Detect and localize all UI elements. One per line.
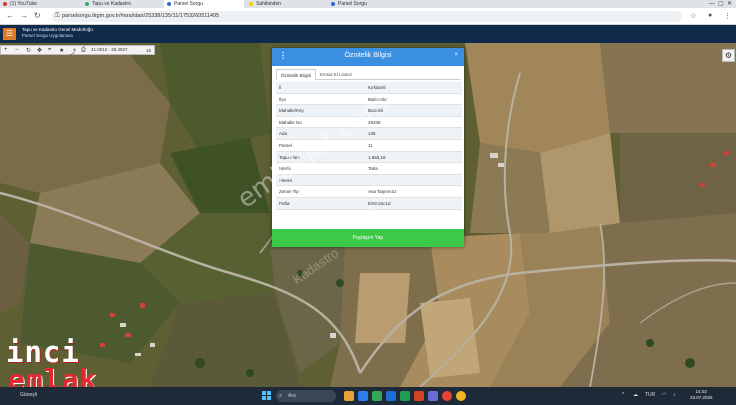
window-controls[interactable]: — ▢ ✕	[709, 0, 732, 8]
share-button[interactable]: Paylaşım Yap	[272, 229, 464, 247]
table-row: Mevkii	[276, 174, 462, 187]
chrome-icon[interactable]	[442, 391, 452, 401]
zoom-out-icon[interactable]: −	[15, 47, 19, 53]
search-icon: ⌕	[279, 393, 283, 399]
coordinate-readout: 41.0012 - 28.4927	[91, 47, 128, 52]
forward-icon[interactable]: →	[20, 11, 28, 20]
dialog-tabs: Öznitelik Bilgisi Emsal El Listesi	[276, 69, 460, 80]
edge-icon[interactable]	[358, 391, 368, 401]
refresh-icon[interactable]: ↻	[26, 47, 31, 54]
close-icon[interactable]: ×	[454, 52, 458, 58]
tab-attribute-info[interactable]: Öznitelik Bilgisi	[276, 69, 317, 80]
back-icon[interactable]: ←	[6, 11, 14, 20]
dialog-title: Öznitelik Bilgisi	[344, 52, 392, 59]
browser-tab[interactable]: Sahibinden	[246, 0, 326, 8]
url-field[interactable]: ⚿ parselsorgu.tkgm.gov.tr/#ara/idari/253…	[52, 11, 682, 22]
teams-icon[interactable]	[428, 391, 438, 401]
cloud-icon[interactable]: ☁	[633, 392, 638, 398]
settings-gear-icon[interactable]: ⚙	[722, 49, 735, 62]
lock-icon: ⚿	[55, 13, 60, 19]
zoom-in-icon[interactable]: +	[4, 47, 8, 53]
address-bar: ← → ↻ ⚿ parselsorgu.tkgm.gov.tr/#ara/ida…	[0, 8, 736, 25]
screen: (1) YouTube Tapu ve Kadastro Parsel Sorg…	[0, 0, 736, 405]
site-icon	[331, 2, 335, 6]
youtube-icon	[3, 2, 7, 6]
taskbar: Güneşli ⌕ Ara ^ ☁ TUR ◠ ♪ 14:02 23.07.20…	[0, 387, 736, 405]
browser-tab-bar: (1) YouTube Tapu ve Kadastro Parsel Sorg…	[0, 0, 736, 8]
menu-button[interactable]: ☰	[3, 28, 16, 40]
map-toolbar: + − ↻ ✥ ⌖ ★ ⤴ ⎙ 41.0012 - 28.4927 15	[0, 45, 155, 56]
profile-icon[interactable]: ●	[708, 12, 712, 19]
reload-icon[interactable]: ↻	[34, 11, 41, 20]
chrome-profile-icon[interactable]	[456, 391, 466, 401]
app-header: ☰ Tapu ve Kadastro Genel Müdürlüğü Parse…	[0, 25, 736, 43]
powerpoint-icon[interactable]	[414, 391, 424, 401]
wifi-icon[interactable]: ◠	[662, 392, 666, 398]
store-icon[interactable]	[372, 391, 382, 401]
table-row: İl Kırklareli	[276, 82, 462, 94]
browser-tab[interactable]: Tapu ve Kadastro	[82, 0, 162, 8]
star-icon[interactable]: ★	[59, 47, 64, 54]
site-icon	[85, 2, 89, 6]
measure-icon[interactable]: ⌖	[48, 47, 51, 54]
dialog-header: ⋮ Öznitelik Bilgisi ×	[272, 48, 464, 66]
browser-tab[interactable]: (1) YouTube	[0, 0, 80, 8]
print-icon[interactable]: ⎙	[81, 47, 86, 54]
more-menu-icon[interactable]: ⋮	[724, 12, 731, 20]
file-explorer-icon[interactable]	[344, 391, 354, 401]
zoom-level: 15	[146, 48, 152, 53]
word-icon[interactable]	[386, 391, 396, 401]
clock[interactable]: 14:02 23.07.2025	[690, 389, 713, 401]
weather-label[interactable]: Güneşli	[20, 392, 37, 398]
bookmark-star-icon[interactable]: ☆	[690, 12, 696, 20]
tray-chevron-icon[interactable]: ^	[622, 392, 624, 398]
browser-tab[interactable]: Parsel Sorgu	[328, 0, 408, 8]
site-icon	[249, 2, 253, 6]
windows-start-icon[interactable]	[262, 391, 272, 401]
share-icon[interactable]: ⤴	[70, 47, 76, 56]
volume-icon[interactable]: ♪	[673, 392, 676, 398]
tab-comparable-list[interactable]: Emsal El Listesi	[316, 69, 356, 80]
table-row: Zemin Tip Ana Taşınmaz	[276, 186, 462, 198]
taskbar-search[interactable]: ⌕ Ara	[276, 390, 336, 402]
locate-icon[interactable]: ✥	[37, 47, 42, 54]
language-indicator[interactable]: TUR	[645, 392, 655, 398]
site-icon	[167, 2, 171, 6]
excel-icon[interactable]	[400, 391, 410, 401]
app-title: Tapu ve Kadastro Genel Müdürlüğü Parsel …	[22, 27, 93, 38]
browser-tab-active[interactable]: Parsel Sorgu	[164, 0, 244, 8]
